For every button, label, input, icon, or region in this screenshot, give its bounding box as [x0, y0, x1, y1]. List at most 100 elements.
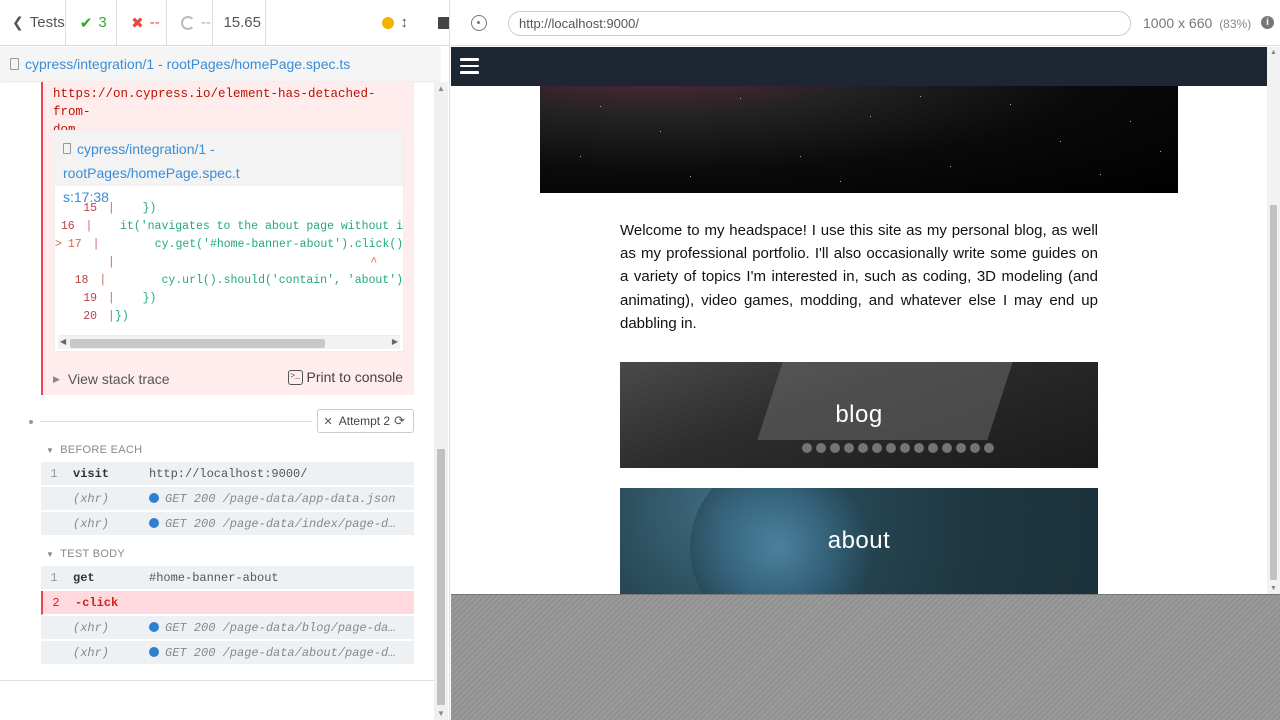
scrollbar-thumb[interactable]	[1270, 205, 1277, 580]
code-text: cy.url().should('contain', 'about')	[106, 274, 403, 287]
site-navbar	[451, 47, 1267, 86]
command-row[interactable]: 1 visit http://localhost:9000/	[41, 462, 414, 486]
tests-label: Tests	[29, 14, 65, 31]
xhr-command-row[interactable]: (xhr) GET 200 /page-data/about/page-d…	[41, 641, 414, 665]
triangle-right-icon: ▶	[53, 373, 60, 384]
failed-number: --	[149, 14, 160, 31]
code-line: 16 | it('navigates to the about page wit…	[55, 218, 403, 236]
code-frame-file-link[interactable]: cypress/integration/1 - rootPages/homePa…	[55, 131, 403, 205]
command-row[interactable]: 1 get #home-banner-about	[41, 566, 414, 590]
star-dot	[1100, 174, 1101, 175]
command-name: get	[73, 570, 95, 585]
runnable-area: https://on.cypress.io/element-has-detach…	[0, 82, 434, 680]
gutter-separator: |	[101, 256, 115, 269]
attempt-tag[interactable]: ✕ Attempt 2 ⟳	[316, 409, 414, 433]
command-index: 1	[50, 466, 58, 481]
command-message: GET 200 /page-data/about/page-d…	[145, 646, 401, 660]
laptop-screen-graphic	[757, 362, 1013, 440]
code-text: })	[115, 202, 157, 215]
code-lines: 15 | }) 16 | it('navigates to the about p…	[55, 186, 403, 326]
triangle-down-icon: ▼	[46, 445, 55, 455]
laptop-keys-graphic	[800, 432, 1070, 462]
code-line: 18 | cy.url().should('contain', 'about')	[55, 272, 403, 290]
gutter-separator: |	[101, 292, 115, 305]
spec-file-header[interactable]: cypress/integration/1 - rootPages/homePa…	[0, 47, 440, 81]
xhr-command-row[interactable]: (xhr) GET 200 /page-data/blog/page-da…	[41, 616, 414, 640]
yellow-dot-icon	[382, 16, 395, 29]
view-stack-trace-button[interactable]: View stack trace	[68, 371, 170, 387]
xhr-command-row[interactable]: (xhr) GET 200 /page-data/index/page-d…	[41, 512, 414, 536]
scroll-down-icon[interactable]: ▼	[437, 709, 445, 718]
refresh-icon: ⟳	[394, 413, 405, 428]
print-to-console-button[interactable]: >_ Print to console	[287, 369, 404, 385]
attempt-divider	[40, 421, 312, 422]
code-frame-file-line1: cypress/integration/1 - rootPages/homePa…	[63, 141, 240, 181]
check-icon: ✔	[79, 14, 93, 32]
aut-header: http://localhost:9000/ 1000 x 660 (83%) …	[451, 0, 1280, 46]
attempt-row: ✕ Attempt 2 ⟳	[28, 408, 414, 433]
vertical-arrows-icon[interactable]: ↕	[400, 14, 408, 31]
tests-back-button[interactable]: ❮ Tests	[0, 0, 66, 46]
duration: 15.65	[213, 0, 267, 46]
command-message: GET 200 /page-data/blog/page-da…	[145, 621, 401, 635]
hamburger-icon[interactable]	[460, 58, 479, 74]
reporter-scrollbar[interactable]: ▲ ▼	[434, 82, 448, 720]
line-number: 19	[83, 292, 97, 305]
xhr-command-row[interactable]: (xhr) GET 200 /page-data/app-data.json	[41, 487, 414, 511]
star-dot	[690, 176, 691, 177]
scroll-up-icon[interactable]: ▲	[1270, 49, 1277, 56]
xhr-request: GET 200 /page-data/blog/page-da…	[165, 620, 396, 635]
home-banner-about[interactable]: about	[620, 488, 1098, 594]
command-message: #home-banner-about	[149, 570, 279, 585]
print-to-console-label: Print to console	[306, 369, 404, 385]
aut-scrollbar[interactable]: ▲ ▼	[1267, 47, 1280, 594]
banner-about-label: about	[827, 527, 891, 554]
line-number-cell: >17	[55, 236, 86, 254]
scroll-right-icon[interactable]: ▶	[392, 337, 398, 346]
xhr-status-dot-icon	[149, 492, 159, 503]
stop-icon[interactable]	[437, 16, 449, 29]
error-footer: ▶ View stack trace >_ Print to console	[53, 367, 413, 391]
viewport-size: 1000 x 660	[1143, 15, 1213, 31]
url-bar[interactable]: http://localhost:9000/	[508, 11, 1131, 36]
xhr-request: GET 200 /page-data/index/page-d…	[165, 516, 396, 531]
test-body-header[interactable]: ▼ TEST BODY	[46, 548, 125, 560]
scroll-left-icon[interactable]: ◀	[60, 337, 66, 346]
code-text: })	[115, 310, 129, 323]
scrollbar-thumb[interactable]	[70, 339, 325, 348]
file-icon	[63, 143, 71, 154]
command-row[interactable]: 2 -click	[41, 591, 414, 615]
star-dot	[600, 106, 601, 107]
star-dot	[800, 156, 801, 157]
xhr-request: GET 200 /page-data/app-data.json	[165, 491, 396, 506]
star-dot	[1160, 151, 1161, 152]
code-horizontal-scrollbar[interactable]: ◀ ▶	[58, 335, 400, 349]
reporter-bottom-divider	[0, 680, 434, 681]
pending-count: --	[167, 0, 214, 46]
star-dot	[920, 96, 921, 97]
line-number: 15	[83, 202, 97, 215]
crosshair-icon[interactable]	[471, 15, 487, 31]
pending-number: --	[200, 14, 211, 31]
x-icon: ✖	[131, 14, 144, 32]
before-each-header[interactable]: ▼ BEFORE EACH	[46, 444, 142, 456]
attempt-label: Attempt 2	[338, 414, 391, 428]
code-text: })	[115, 292, 157, 305]
passed-count: ✔ 3	[66, 0, 118, 46]
scrollbar-thumb[interactable]	[437, 449, 445, 705]
gutter-separator: |	[101, 310, 115, 323]
command-name: (xhr)	[73, 491, 110, 506]
xhr-status-dot-icon	[149, 646, 159, 657]
scroll-down-icon[interactable]: ▼	[1270, 585, 1277, 592]
line-number: 20	[83, 310, 97, 323]
welcome-text: Welcome to my headspace! I use this site…	[620, 222, 1098, 332]
info-icon[interactable]: i	[1261, 16, 1274, 29]
star-dot	[870, 116, 871, 117]
code-line: | ^	[55, 254, 403, 272]
home-banner-blog[interactable]: blog	[620, 362, 1098, 468]
command-index: 2	[52, 595, 60, 610]
error-link-line1: https://on.cypress.io/element-has-detach…	[53, 87, 376, 119]
run-controls: ↕	[266, 0, 449, 46]
gutter-separator: |	[101, 202, 115, 215]
scroll-up-icon[interactable]: ▲	[437, 84, 445, 93]
